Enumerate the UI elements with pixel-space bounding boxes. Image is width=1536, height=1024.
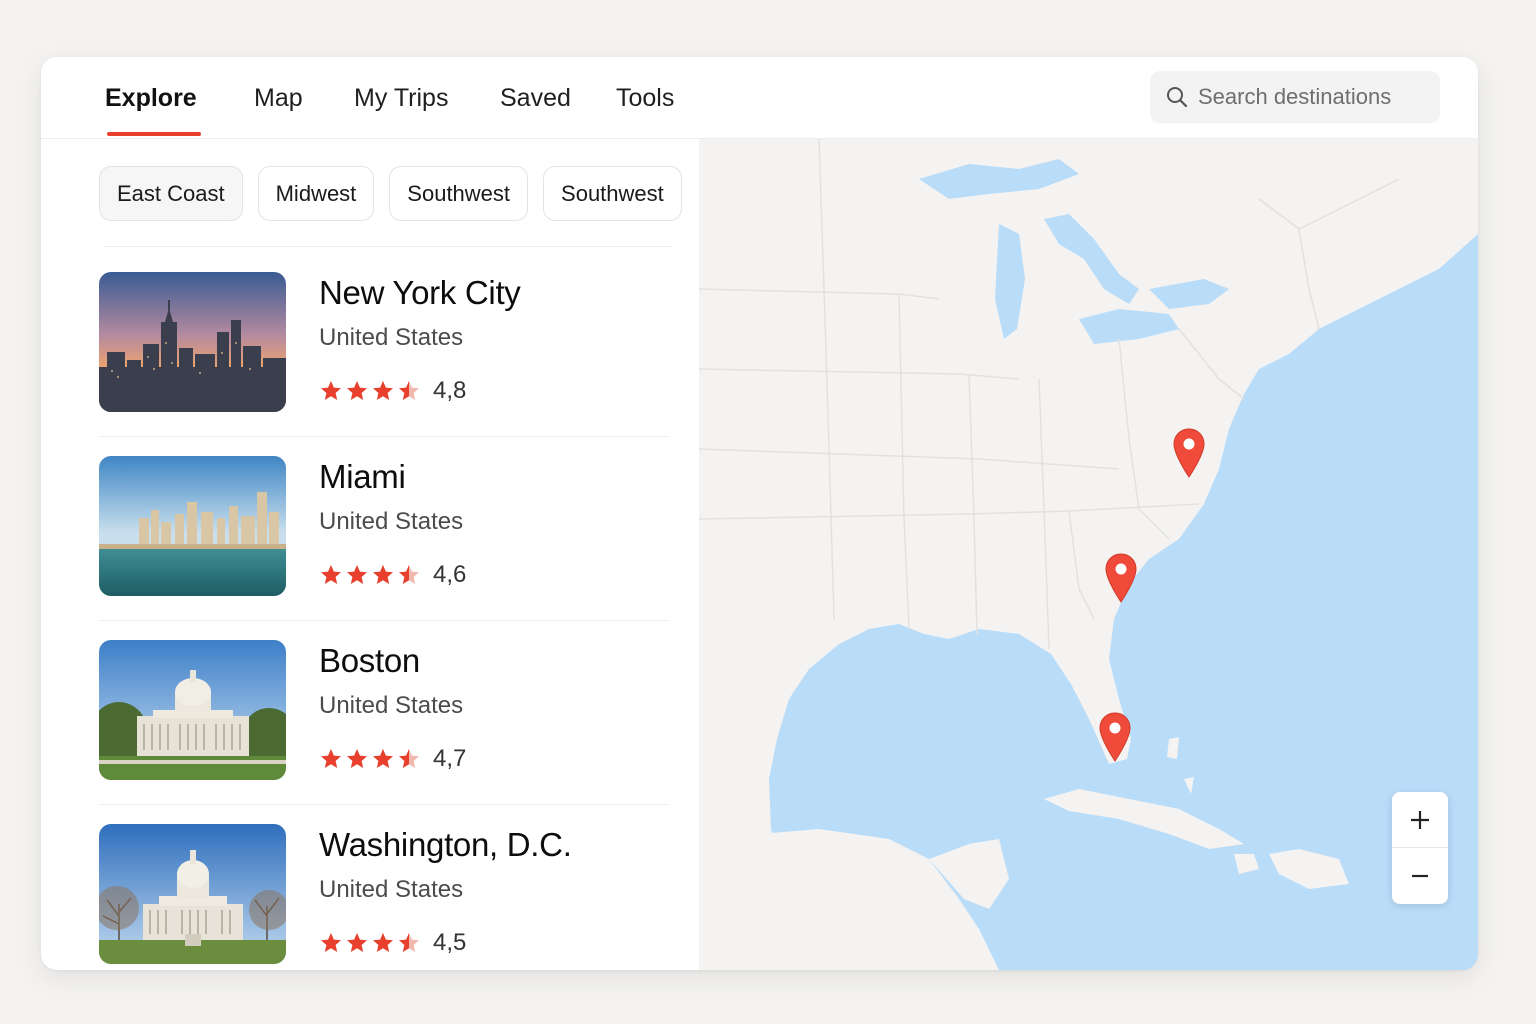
star-icon — [347, 933, 367, 952]
star-rating — [319, 931, 421, 955]
destination-list: New York City United States 4,8 Miami Un… — [99, 272, 669, 970]
search-icon — [1167, 87, 1188, 108]
region-filter-chips: East Coast Midwest Southwest Southwest — [99, 166, 682, 222]
half-star-icon — [399, 933, 419, 952]
rating: 4,7 — [319, 744, 466, 774]
star-icon — [347, 749, 367, 768]
tab-explore[interactable]: Explore — [105, 81, 197, 115]
destination-name[interactable]: New York City — [319, 274, 521, 312]
chip-southwest[interactable]: Southwest — [389, 166, 529, 221]
search-box[interactable] — [1150, 71, 1440, 123]
destination-name[interactable]: Boston — [319, 642, 420, 680]
map-pin-icon[interactable] — [1172, 427, 1206, 479]
rating-value: 4,8 — [433, 377, 467, 404]
top-navigation: Explore Map My Trips Saved Tools — [41, 57, 1478, 139]
destination-card-new-york-city[interactable]: New York City United States 4,8 — [99, 272, 669, 456]
destination-name[interactable]: Miami — [319, 458, 406, 496]
destination-photo[interactable] — [99, 456, 286, 596]
zoom-out-button[interactable] — [1392, 848, 1448, 904]
tab-tools[interactable]: Tools — [616, 81, 674, 115]
tab-map[interactable]: Map — [254, 81, 303, 115]
divider — [99, 620, 669, 621]
plus-icon — [1411, 810, 1429, 829]
star-rating — [319, 563, 421, 587]
destination-photo[interactable] — [99, 640, 286, 780]
destination-country: United States — [319, 324, 464, 351]
star-icon — [373, 381, 393, 400]
chip-southwest-2[interactable]: Southwest — [543, 166, 682, 221]
half-star-icon — [399, 749, 419, 768]
zoom-in-button[interactable] — [1392, 792, 1448, 848]
rating: 4,6 — [319, 560, 466, 590]
divider — [103, 246, 671, 247]
destination-country: United States — [319, 876, 464, 903]
app-window: Explore Map My Trips Saved Tools East Co… — [41, 57, 1478, 970]
star-icon — [321, 749, 341, 768]
rating-value: 4,5 — [433, 929, 467, 956]
destination-photo[interactable] — [99, 272, 286, 412]
half-star-icon — [399, 565, 419, 584]
star-icon — [321, 933, 341, 952]
star-rating — [319, 747, 421, 771]
destination-card-boston[interactable]: Boston United States 4,7 — [99, 640, 669, 824]
rating: 4,8 — [319, 376, 466, 406]
divider — [99, 436, 669, 437]
rating-value: 4,6 — [433, 561, 467, 588]
chip-midwest[interactable]: Midwest — [257, 166, 375, 221]
star-icon — [373, 933, 393, 952]
star-icon — [347, 565, 367, 584]
star-icon — [373, 749, 393, 768]
destination-card-miami[interactable]: Miami United States 4,6 — [99, 456, 669, 640]
divider — [99, 804, 669, 805]
destination-country: United States — [319, 692, 464, 719]
tab-saved[interactable]: Saved — [500, 81, 571, 115]
map-pin-icon[interactable] — [1104, 552, 1138, 604]
tab-my-trips[interactable]: My Trips — [354, 81, 448, 115]
rating: 4,5 — [319, 928, 466, 958]
star-icon — [373, 565, 393, 584]
destination-country: United States — [319, 508, 464, 535]
map-view[interactable] — [699, 139, 1478, 970]
map-pin-icon[interactable] — [1098, 711, 1132, 763]
destination-card-washington-dc[interactable]: Washington, D.C. United States 4,5 — [99, 824, 669, 970]
rating-value: 4,7 — [433, 745, 467, 772]
star-rating — [319, 379, 421, 403]
zoom-controls — [1392, 792, 1448, 904]
destination-photo[interactable] — [99, 824, 286, 964]
destinations-panel: East Coast Midwest Southwest Southwest N… — [41, 139, 699, 970]
star-icon — [321, 381, 341, 400]
half-star-icon — [399, 381, 419, 400]
active-tab-indicator — [107, 132, 201, 136]
star-icon — [321, 565, 341, 584]
star-icon — [347, 381, 367, 400]
minus-icon — [1412, 874, 1428, 878]
chip-east-coast[interactable]: East Coast — [99, 166, 243, 221]
search-input[interactable] — [1198, 84, 1418, 110]
map-canvas — [699, 139, 1478, 970]
destination-name[interactable]: Washington, D.C. — [319, 826, 572, 864]
